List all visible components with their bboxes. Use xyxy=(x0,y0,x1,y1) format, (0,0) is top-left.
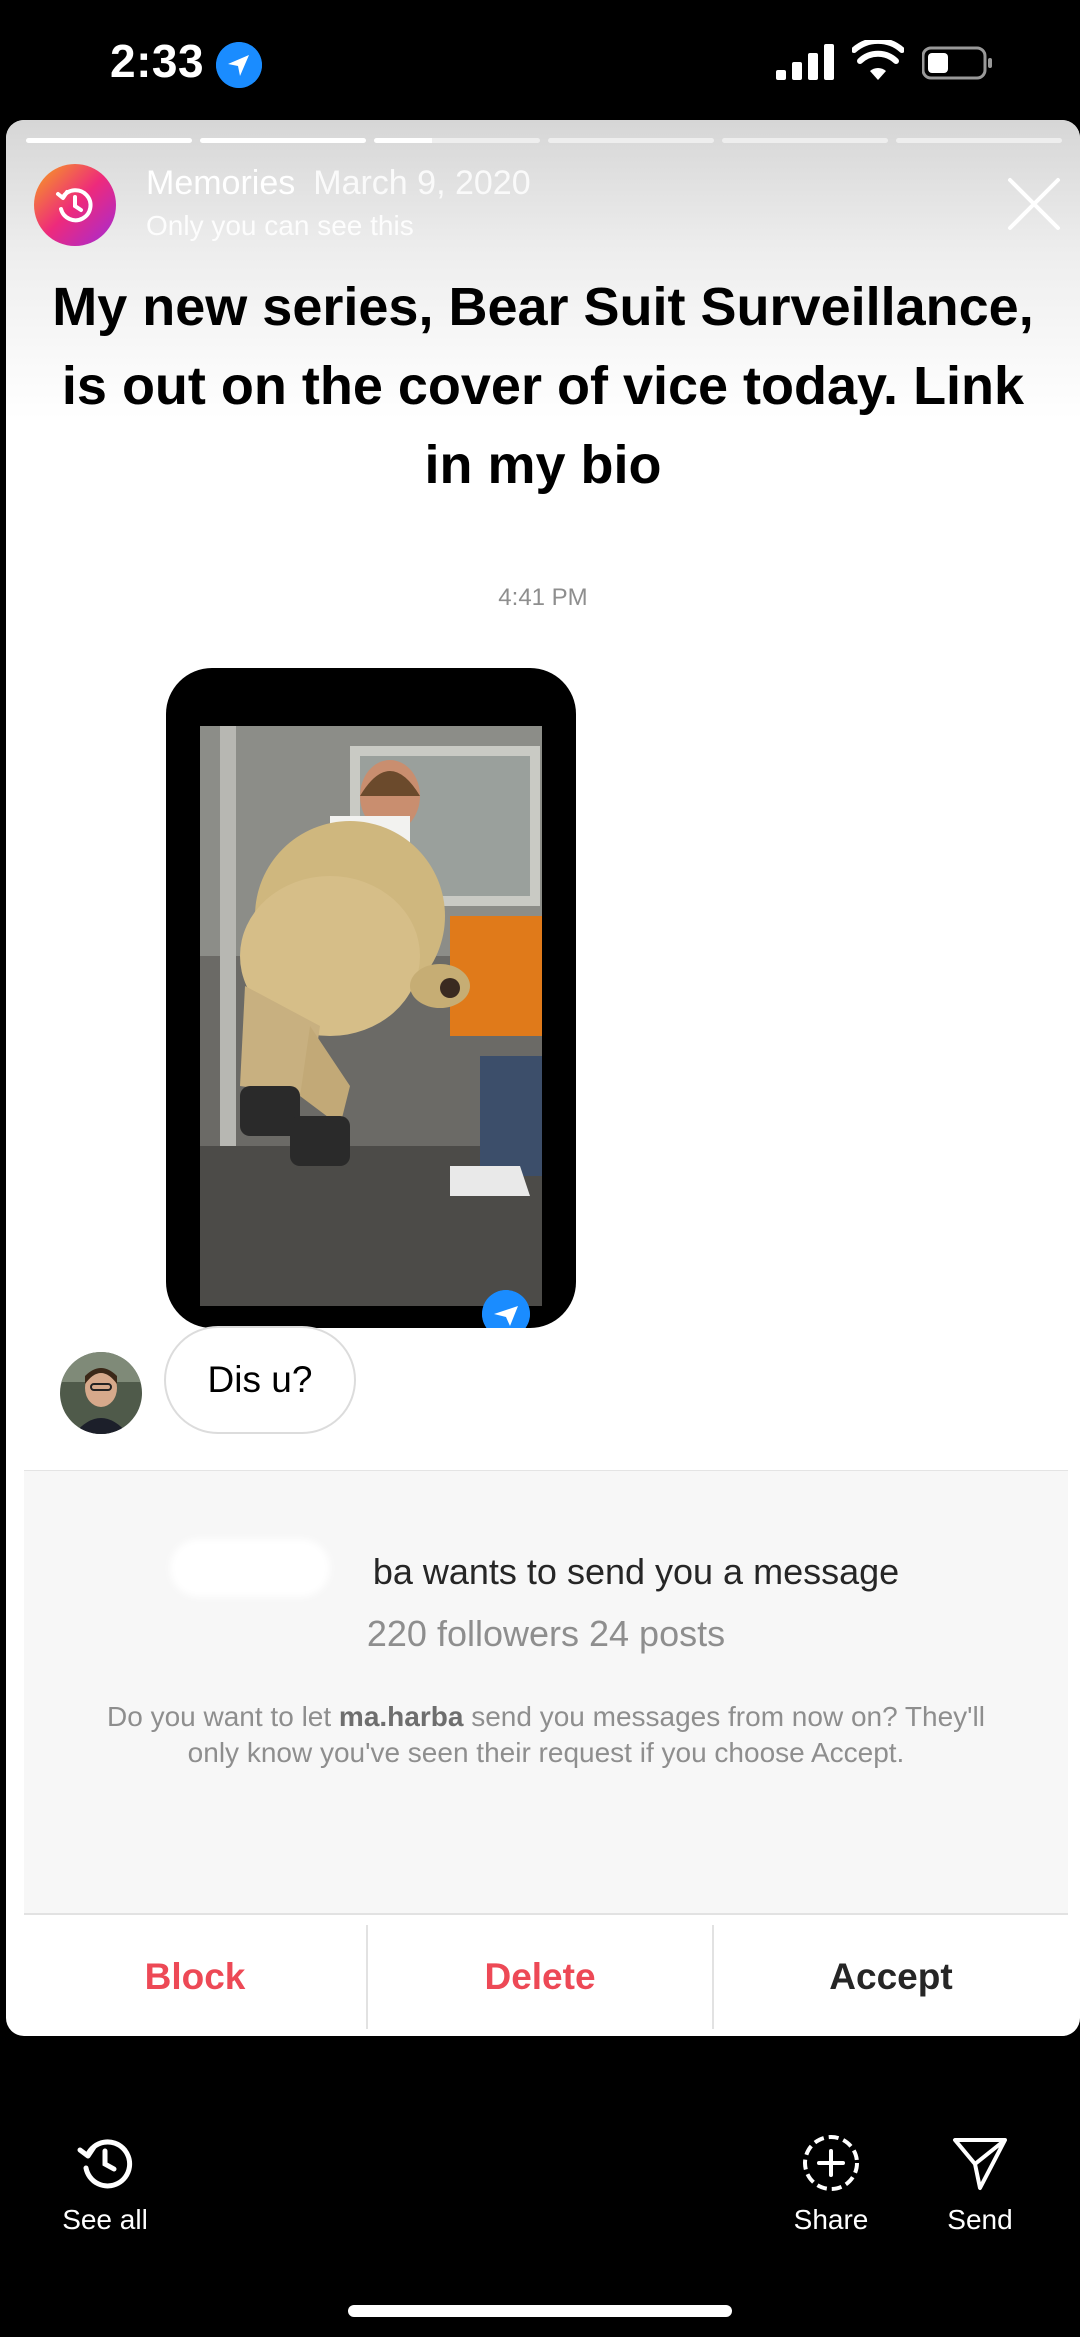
status-bar: 2:33 xyxy=(0,0,1080,120)
story-progress-bar xyxy=(26,138,1066,144)
see-all-label: See all xyxy=(62,2204,148,2235)
progress-segment xyxy=(896,138,1062,143)
story-date: March 9, 2020 xyxy=(313,164,531,202)
memories-history-icon xyxy=(77,2139,133,2189)
avatar-photo xyxy=(60,1352,142,1434)
story-card[interactable]: Memories March 9, 2020 Only you can see t… xyxy=(6,120,1080,2036)
story-privacy-note: Only you can see this xyxy=(146,210,414,241)
see-all-button[interactable]: See all xyxy=(40,2132,170,2236)
add-share-icon xyxy=(803,2135,859,2191)
request-stats: 220 followers 24 posts xyxy=(366,1613,726,1654)
status-time: 2:33 xyxy=(110,35,205,87)
send-button[interactable]: Send xyxy=(930,2132,1030,2236)
send-paper-plane-icon xyxy=(953,2138,1007,2190)
delete-button[interactable]: Delete xyxy=(368,1915,712,2036)
redacted-username xyxy=(170,1539,330,1597)
progress-segment xyxy=(722,138,888,143)
progress-segment xyxy=(200,138,366,143)
request-desc-prefix: Do you want to let xyxy=(107,1701,339,1732)
sender-avatar[interactable] xyxy=(60,1352,142,1434)
message-request-panel: ba wants to send you a message 220 follo… xyxy=(24,1470,1068,2036)
request-action-row: Block Delete Accept xyxy=(24,1913,1068,2036)
shared-photo xyxy=(200,726,542,1306)
story-header-title[interactable]: Memories March 9, 2020 xyxy=(146,164,531,203)
wifi-icon xyxy=(852,40,904,80)
request-description: Do you want to let ma.harba send you mes… xyxy=(94,1699,998,1771)
shared-post-preview[interactable] xyxy=(166,668,576,1328)
share-label: Share xyxy=(793,2204,869,2235)
memories-clock-icon xyxy=(56,188,93,223)
message-bubble[interactable]: Dis u? xyxy=(164,1326,356,1434)
progress-segment xyxy=(374,138,540,143)
close-icon[interactable] xyxy=(1006,176,1062,232)
share-button[interactable]: Share xyxy=(776,2132,886,2236)
story-bottom-bar: See all Share Send xyxy=(0,2036,1080,2337)
request-username[interactable]: ma.harba xyxy=(339,1701,464,1732)
location-arrow-icon xyxy=(216,42,262,88)
battery-icon xyxy=(922,46,992,80)
story-caption: My new series, Bear Suit Surveillance, i… xyxy=(52,277,1034,495)
progress-segment xyxy=(548,138,714,143)
cellular-signal-icon xyxy=(776,44,834,80)
story-owner-label: Memories xyxy=(146,164,296,202)
memories-avatar[interactable] xyxy=(34,164,116,246)
message-timestamp: 4:41 PM xyxy=(498,584,588,611)
accept-button[interactable]: Accept xyxy=(714,1915,1068,2036)
home-indicator[interactable] xyxy=(348,2305,732,2317)
send-label: Send xyxy=(947,2204,1013,2235)
block-button[interactable]: Block xyxy=(24,1915,366,2036)
progress-segment xyxy=(26,138,192,143)
